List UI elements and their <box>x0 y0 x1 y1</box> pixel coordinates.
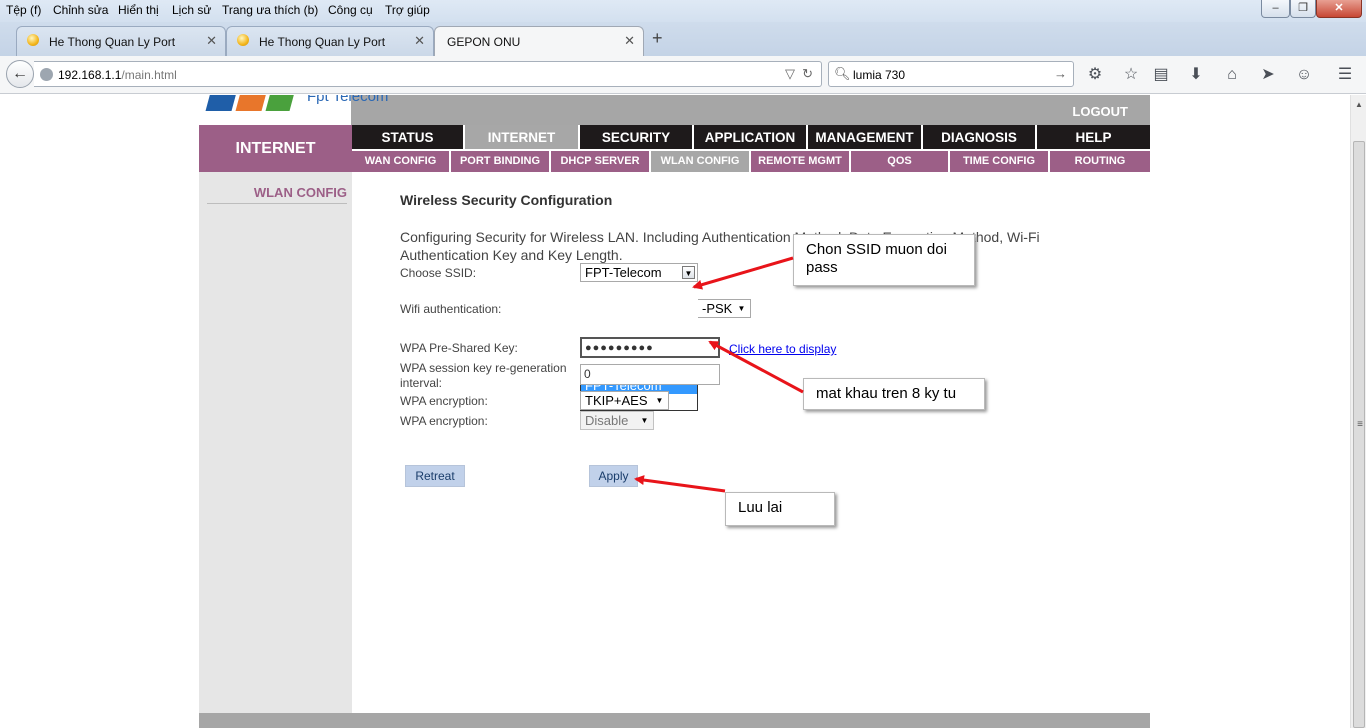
subtab-port-binding[interactable]: PORT BINDING <box>451 151 551 172</box>
subtab-remote-mgmt[interactable]: REMOTE MGMT <box>751 151 851 172</box>
back-button[interactable]: ← <box>6 60 34 88</box>
fpt-logo <box>205 95 299 115</box>
menu-file[interactable]: Tệp (f) <box>6 3 41 17</box>
extension-icon[interactable]: ⚙ <box>1084 64 1106 86</box>
subtab-routing[interactable]: ROUTING <box>1050 151 1150 172</box>
tab-port-2[interactable]: He Thong Quan Ly Port ✕ <box>226 26 434 56</box>
menu-history[interactable]: Lịch sử <box>172 3 211 17</box>
dropdown-arrow-icon[interactable]: ▽ <box>785 66 795 82</box>
back-arrow-icon: ← <box>12 65 28 82</box>
tab-port-1[interactable]: He Thong Quan Ly Port ✕ <box>16 26 226 56</box>
footer-bar <box>199 713 1150 728</box>
scroll-grip-icon: ≡ <box>1357 419 1363 430</box>
menu-icon[interactable]: ☰ <box>1334 64 1356 86</box>
arrow-to-ssid <box>692 256 794 290</box>
tab-title: GEPON ONU <box>447 35 521 49</box>
menu-edit[interactable]: Chỉnh sửa <box>53 3 108 17</box>
home-icon[interactable]: ⌂ <box>1221 64 1243 86</box>
search-input[interactable]: lumia 730 <box>853 68 905 82</box>
site-favicon-icon <box>27 34 39 46</box>
address-bar[interactable]: 192.168.1.1/main.html ▽ ↻ <box>34 61 822 87</box>
left-menu-wlan-config[interactable]: WLAN CONFIG <box>207 185 347 204</box>
search-go-icon[interactable]: → <box>1054 66 1067 81</box>
scroll-up-icon[interactable]: ▲ <box>1351 97 1366 113</box>
search-icon: 🔍︎ <box>834 66 851 81</box>
tab-bar: He Thong Quan Ly Port ✕ He Thong Quan Ly… <box>0 22 1366 56</box>
menu-help[interactable]: Trợ giúp <box>385 3 430 17</box>
site-favicon-icon <box>237 34 249 46</box>
menu-view[interactable]: Hiển thị <box>118 3 159 17</box>
subtab-wan-config[interactable]: WAN CONFIG <box>352 151 451 172</box>
left-panel: INTERNET WLAN CONFIG <box>199 125 352 728</box>
close-tab-icon[interactable]: ✕ <box>624 33 635 49</box>
header-bar <box>351 95 1150 125</box>
downloads-icon[interactable]: ⬇ <box>1185 64 1207 86</box>
tab-application[interactable]: APPLICATION <box>694 125 808 149</box>
tab-diagnosis[interactable]: DIAGNOSIS <box>923 125 1037 149</box>
close-tab-icon[interactable]: ✕ <box>414 33 425 49</box>
arrow-to-password <box>708 340 804 394</box>
tab-gepon-onu[interactable]: GEPON ONU ✕ <box>434 26 644 56</box>
search-box[interactable]: 🔍︎ lumia 730 → <box>828 61 1074 87</box>
reading-list-icon[interactable]: ▤ <box>1150 64 1172 86</box>
new-tab-button[interactable]: + <box>652 28 663 49</box>
logo-text: Fpt Telecom <box>307 95 389 105</box>
tab-internet[interactable]: INTERNET <box>465 125 580 149</box>
sub-nav: WAN CONFIG PORT BINDING DHCP SERVER WLAN… <box>352 151 1150 172</box>
subtab-time-config[interactable]: TIME CONFIG <box>950 151 1050 172</box>
page-viewport: Fpt Telecom LOGOUT INTERNET WLAN CONFIG … <box>0 95 1350 728</box>
section-title: INTERNET <box>199 125 352 172</box>
navigation-bar: 192.168.1.1/main.html ▽ ↻ ← 🔍︎ lumia 730… <box>0 56 1366 94</box>
subtab-dhcp-server[interactable]: DHCP SERVER <box>551 151 651 172</box>
globe-icon <box>40 68 53 81</box>
reload-icon[interactable]: ↻ <box>802 66 813 82</box>
bookmark-star-icon[interactable]: ☆ <box>1120 64 1142 86</box>
url-text: 192.168.1.1/main.html <box>58 68 177 82</box>
menu-bookmarks[interactable]: Trang ưa thích (b) <box>222 3 318 17</box>
annotation-arrows <box>634 256 804 493</box>
subtab-wlan-config[interactable]: WLAN CONFIG <box>651 151 751 172</box>
minimize-button[interactable]: – <box>1261 0 1290 18</box>
tab-title: He Thong Quan Ly Port <box>49 35 176 49</box>
tab-security[interactable]: SECURITY <box>580 125 694 149</box>
scroll-thumb[interactable] <box>1353 141 1365 728</box>
tab-management[interactable]: MANAGEMENT <box>808 125 923 149</box>
tab-status[interactable]: STATUS <box>352 125 465 149</box>
tab-title: He Thong Quan Ly Port <box>259 35 386 49</box>
router-header: Fpt Telecom LOGOUT <box>199 95 1150 125</box>
arrow-to-apply <box>634 475 726 493</box>
menu-bar: Tệp (f) Chỉnh sửa Hiển thị Lịch sử Trang… <box>0 0 1366 22</box>
vertical-scrollbar[interactable]: ▲ ≡ <box>1350 95 1366 728</box>
close-window-button[interactable]: ✕ <box>1316 0 1362 18</box>
logout-link[interactable]: LOGOUT <box>1072 104 1128 119</box>
smiley-icon[interactable]: ☺ <box>1293 64 1315 86</box>
tab-help[interactable]: HELP <box>1037 125 1150 149</box>
subtab-qos[interactable]: QOS <box>851 151 950 172</box>
send-icon[interactable]: ➤ <box>1257 64 1279 86</box>
main-nav: STATUS INTERNET SECURITY APPLICATION MAN… <box>352 125 1150 149</box>
close-tab-icon[interactable]: ✕ <box>206 33 217 49</box>
content-area: Wireless Security Configuration Configur… <box>352 172 1150 728</box>
maximize-button[interactable]: ❐ <box>1290 0 1316 18</box>
menu-tools[interactable]: Công cụ <box>328 3 373 17</box>
